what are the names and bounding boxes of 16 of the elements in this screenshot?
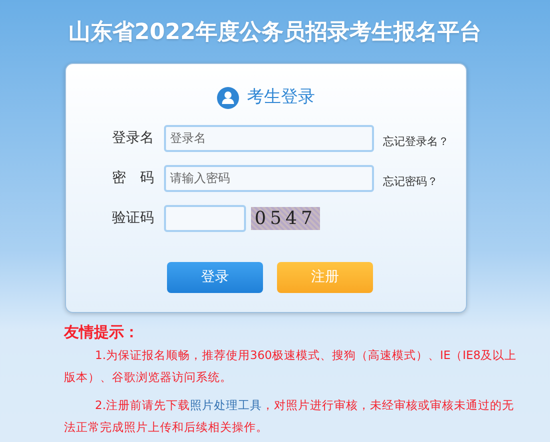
tip-text: 2.注册前请先下载照片处理工具，对照片进行审核，未经审核或审核未通过的无法正常完成照片上传和后续相关操作。 [64, 396, 516, 436]
field-label: 验证码 [111, 208, 155, 228]
field-label: 密 码 [111, 168, 155, 188]
tip-text: 1.为保证报名顺畅，推荐使用360极速模式、搜狗（高速模式）、IE（IE8及以上版本）、谷歌浏览器访问系统。 [64, 346, 518, 386]
input-field[interactable]: 请输入密码 [164, 164, 374, 192]
login-heading: 考生登录 [247, 86, 315, 110]
captcha-image[interactable]: 0547 [251, 206, 320, 230]
tips-title: 友情提示： [64, 322, 140, 343]
input-field[interactable]: 登录名 [164, 124, 374, 152]
user-icon [217, 87, 239, 109]
field-label: 登录名 [111, 128, 155, 148]
forgot-link[interactable]: 忘记登录名？ [383, 134, 449, 150]
page-title: 山东省2022年度公务员招录考生报名平台 [67, 18, 483, 47]
download-link[interactable]: 照片处理工具 [190, 398, 262, 412]
forgot-link[interactable]: 忘记密码？ [383, 174, 438, 190]
input-field[interactable] [164, 204, 246, 232]
